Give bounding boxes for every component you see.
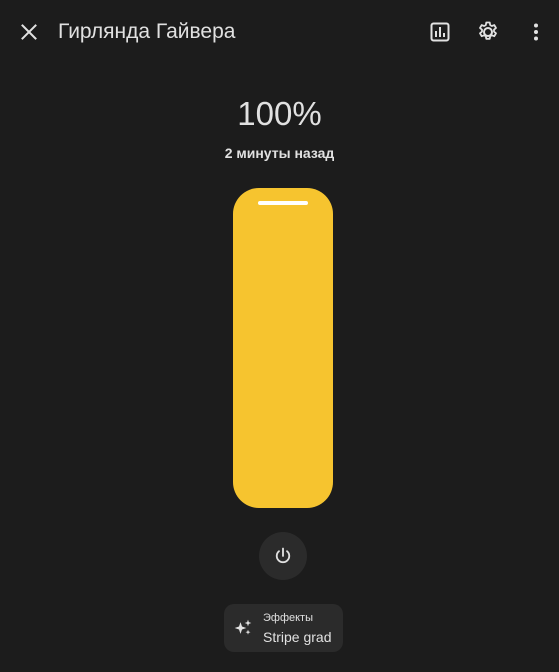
history-button[interactable]: [420, 12, 460, 52]
power-icon: [275, 547, 291, 564]
close-icon: [21, 24, 37, 40]
settings-button[interactable]: [468, 12, 508, 52]
power-toggle-button[interactable]: [259, 532, 307, 580]
effects-current-value: Stripe grad: [263, 629, 332, 645]
gear-icon: [479, 21, 497, 40]
last-changed-text: 2 минуты назад: [224, 145, 335, 161]
dialog-header: Гирлянда Гайвера: [0, 0, 559, 64]
more-info-dialog: Гирлянда Гайвера 100% 2 минуты назад Эфф…: [0, 0, 559, 672]
effects-label: Эффекты: [263, 612, 314, 624]
brightness-value: 100%: [237, 95, 322, 132]
effects-button[interactable]: Эффекты Stripe grad: [224, 604, 343, 652]
dialog-title: Гирлянда Гайвера: [58, 20, 236, 43]
more-options-button[interactable]: [516, 12, 556, 52]
brightness-slider-handle[interactable]: [258, 201, 308, 205]
chart-box-icon: [430, 22, 450, 42]
brightness-slider[interactable]: [233, 188, 333, 508]
close-button[interactable]: [9, 12, 49, 52]
sparkles-icon: [234, 619, 252, 635]
dots-vertical-icon: [534, 23, 538, 41]
brightness-slider-fill: [233, 188, 333, 508]
